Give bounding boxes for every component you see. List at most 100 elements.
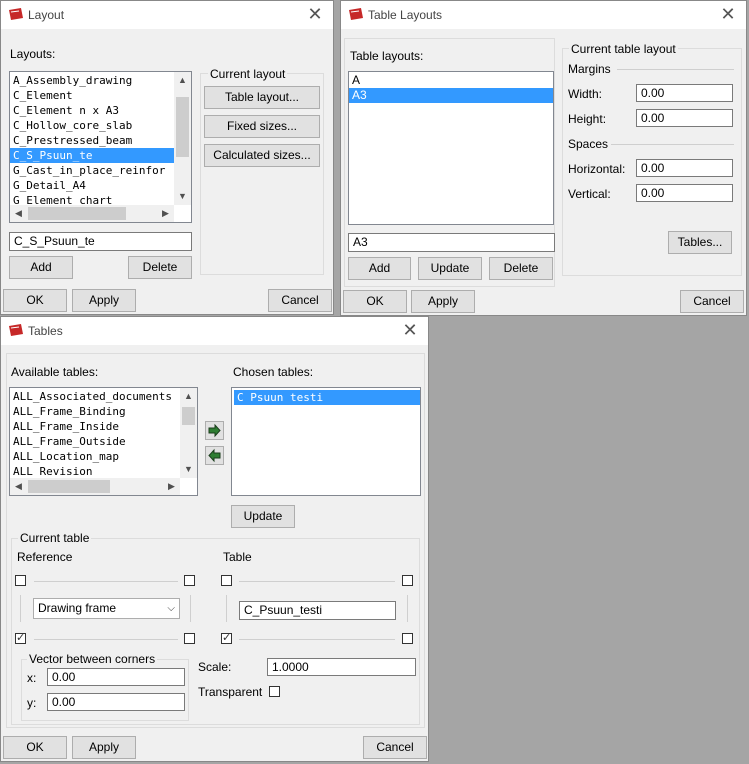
- scroll-thumb[interactable]: [182, 407, 195, 425]
- add-layout-button[interactable]: Add: [9, 256, 73, 279]
- layout-name-input[interactable]: C_S_Psuun_te: [9, 232, 192, 251]
- update-chosen-button[interactable]: Update: [231, 505, 295, 528]
- reference-dropdown[interactable]: Drawing frame ⌵: [33, 598, 180, 619]
- cancel-button[interactable]: Cancel: [363, 736, 427, 759]
- cancel-button[interactable]: Cancel: [680, 290, 744, 313]
- reference-top-left-checkbox[interactable]: [15, 575, 26, 586]
- list-item[interactable]: A: [349, 73, 553, 88]
- available-horizontal-scrollbar[interactable]: ◀ ▶: [10, 478, 180, 495]
- tables-dialog: Tables ✕ Available tables: ALL_Associate…: [0, 316, 429, 762]
- table-label: Table: [223, 550, 252, 564]
- table-layout-name-input[interactable]: A3: [348, 233, 555, 252]
- table-layouts-dialog: Table Layouts ✕ Table layouts: A A3 A3 Ad…: [340, 0, 747, 316]
- y-input[interactable]: 0.00: [47, 693, 185, 711]
- list-item[interactable]: ALL Revision: [10, 464, 180, 479]
- reference-bottom-left-checkbox[interactable]: ✓: [15, 633, 26, 644]
- transparent-label: Transparent: [198, 685, 263, 699]
- scroll-left-icon[interactable]: ◀: [10, 205, 27, 222]
- add-table-layout-button[interactable]: Add: [348, 257, 411, 280]
- scroll-down-icon[interactable]: ▼: [174, 188, 191, 205]
- arrow-left-icon: [208, 448, 221, 463]
- delete-table-layout-button[interactable]: Delete: [489, 257, 553, 280]
- list-item[interactable]: ALL_Frame_Inside: [10, 419, 180, 434]
- table-layouts-list[interactable]: A A3: [348, 71, 554, 225]
- app-icon: [9, 324, 23, 336]
- table-layouts-titlebar: Table Layouts ✕: [341, 1, 746, 29]
- current-table-layout-label: Current table layout: [569, 42, 678, 56]
- horizontal-input[interactable]: 0.00: [636, 159, 733, 177]
- table-name-input[interactable]: C_Psuun_testi: [239, 601, 396, 620]
- reference-left-line: [20, 595, 21, 622]
- cancel-button[interactable]: Cancel: [268, 289, 332, 312]
- close-icon[interactable]: ✕: [400, 320, 420, 340]
- table-top-right-checkbox[interactable]: [402, 575, 413, 586]
- list-item[interactable]: A3: [349, 88, 553, 103]
- table-top-left-checkbox[interactable]: [221, 575, 232, 586]
- scroll-thumb[interactable]: [28, 207, 126, 220]
- table-bottom-left-checkbox[interactable]: ✓: [221, 633, 232, 644]
- transparent-checkbox[interactable]: [269, 686, 280, 697]
- scale-label: Scale:: [198, 660, 232, 674]
- list-item[interactable]: ALL_Frame_Outside: [10, 434, 180, 449]
- width-input[interactable]: 0.00: [636, 84, 733, 102]
- apply-button[interactable]: Apply: [72, 736, 136, 759]
- remove-from-chosen-button[interactable]: [205, 446, 224, 465]
- chosen-tables-list[interactable]: C Psuun testi: [231, 387, 421, 496]
- table-layout-button[interactable]: Table layout...: [204, 86, 320, 109]
- calculated-sizes-button[interactable]: Calculated sizes...: [204, 144, 320, 167]
- list-item[interactable]: C_Prestressed_beam: [10, 133, 174, 148]
- scroll-thumb[interactable]: [28, 480, 110, 493]
- scroll-up-icon[interactable]: ▲: [180, 388, 197, 405]
- available-vertical-scrollbar[interactable]: ▲ ▼: [180, 388, 197, 478]
- app-icon: [9, 8, 23, 20]
- list-item[interactable]: ALL_Location_map: [10, 449, 180, 464]
- table-bottom-right-checkbox[interactable]: [402, 633, 413, 644]
- scroll-up-icon[interactable]: ▲: [174, 72, 191, 89]
- list-item[interactable]: ALL_Frame_Binding: [10, 404, 180, 419]
- spaces-divider: [611, 144, 734, 145]
- update-table-layout-button[interactable]: Update: [418, 257, 482, 280]
- reference-top-line: [34, 581, 178, 582]
- scroll-right-icon[interactable]: ▶: [163, 478, 180, 495]
- scroll-right-icon[interactable]: ▶: [157, 205, 174, 222]
- scroll-down-icon[interactable]: ▼: [180, 461, 197, 478]
- list-item[interactable]: G_Detail_A4: [10, 178, 174, 193]
- vector-label: Vector between corners: [27, 652, 158, 666]
- arrow-right-icon: [208, 423, 221, 438]
- list-item[interactable]: C_S_Psuun_te: [10, 148, 174, 163]
- list-item[interactable]: C Psuun testi: [234, 390, 420, 405]
- scale-input[interactable]: 1.0000: [267, 658, 416, 676]
- x-input[interactable]: 0.00: [47, 668, 185, 686]
- close-icon[interactable]: ✕: [305, 4, 325, 24]
- list-item[interactable]: G_Cast_in_place_reinfor: [10, 163, 174, 178]
- list-item[interactable]: C_Element n x A3: [10, 103, 174, 118]
- check-icon: ✓: [16, 632, 26, 644]
- scroll-left-icon[interactable]: ◀: [10, 478, 27, 495]
- add-to-chosen-button[interactable]: [205, 421, 224, 440]
- ok-button[interactable]: OK: [343, 290, 407, 313]
- ok-button[interactable]: OK: [3, 736, 67, 759]
- fixed-sizes-button[interactable]: Fixed sizes...: [204, 115, 320, 138]
- vertical-input[interactable]: 0.00: [636, 184, 733, 202]
- reference-bottom-right-checkbox[interactable]: [184, 633, 195, 644]
- layouts-list[interactable]: A_Assembly_drawing C_Element C_Element n x…: [9, 71, 192, 223]
- scroll-thumb[interactable]: [176, 97, 189, 157]
- list-item[interactable]: C_Hollow_core_slab: [10, 118, 174, 133]
- delete-layout-button[interactable]: Delete: [128, 256, 192, 279]
- apply-button[interactable]: Apply: [72, 289, 136, 312]
- list-item[interactable]: C_Element: [10, 88, 174, 103]
- width-label: Width:: [568, 87, 603, 101]
- layouts-horizontal-scrollbar[interactable]: ◀ ▶: [10, 205, 174, 222]
- available-tables-list[interactable]: ALL_Associated_documents ALL_Frame_Bindin…: [9, 387, 198, 496]
- reference-top-right-checkbox[interactable]: [184, 575, 195, 586]
- ok-button[interactable]: OK: [3, 289, 67, 312]
- tables-dialog-title: Tables: [28, 324, 63, 338]
- close-icon[interactable]: ✕: [718, 4, 738, 24]
- apply-button[interactable]: Apply: [411, 290, 475, 313]
- list-item[interactable]: ALL_Associated_documents: [10, 389, 180, 404]
- margins-label: Margins: [568, 62, 611, 76]
- layouts-vertical-scrollbar[interactable]: ▲ ▼: [174, 72, 191, 205]
- tables-button[interactable]: Tables...: [668, 231, 732, 254]
- list-item[interactable]: A_Assembly_drawing: [10, 73, 174, 88]
- height-input[interactable]: 0.00: [636, 109, 733, 127]
